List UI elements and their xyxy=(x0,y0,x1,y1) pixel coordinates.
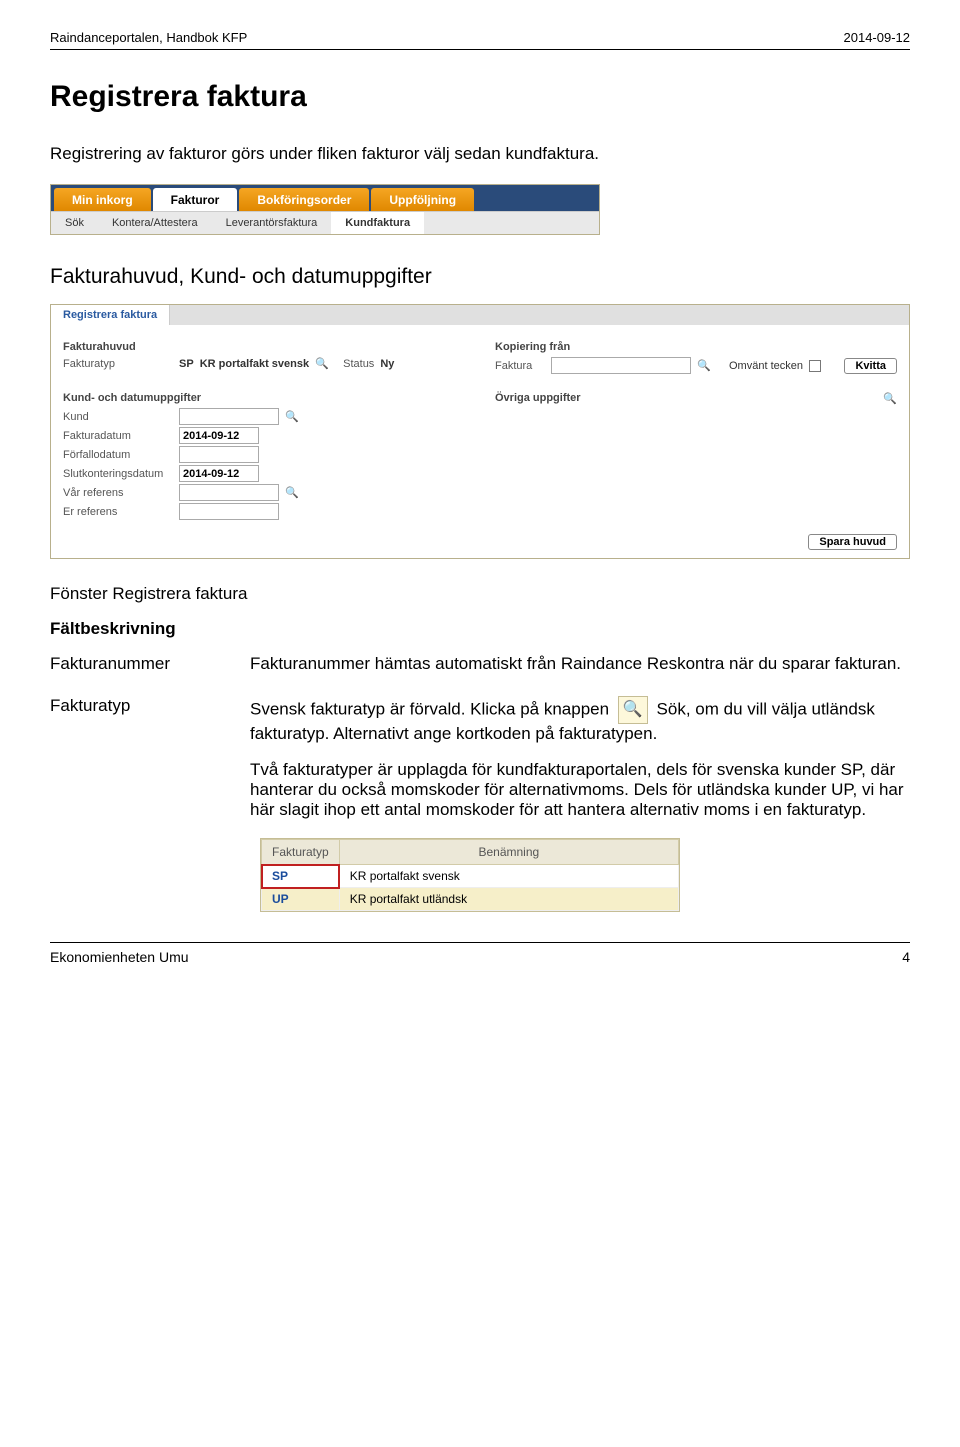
value-fakturatyp-desc: KR portalfakt svensk xyxy=(200,358,309,370)
footer-left: Ekonomienheten Umu xyxy=(50,949,189,965)
search-icon[interactable]: 🔍 xyxy=(285,410,299,424)
tab-fakturor[interactable]: Fakturor xyxy=(153,188,238,211)
label-kund: Kund xyxy=(63,411,173,423)
search-icon: 🔍 xyxy=(618,696,648,724)
form-header-kund: Kund- och datumuppgifter xyxy=(63,392,465,404)
intro-paragraph: Registrering av fakturor görs under flik… xyxy=(50,144,910,164)
faltbeskrivning-heading: Fältbeskrivning xyxy=(50,619,910,639)
tab-uppfoljning[interactable]: Uppföljning xyxy=(371,188,474,211)
value-status: Ny xyxy=(380,358,394,370)
slutkonteringsdatum-input[interactable] xyxy=(179,465,259,482)
cell-name: KR portalfakt utländsk xyxy=(339,888,678,911)
main-tabbar: Min inkorg Fakturor Bokföringsorder Uppf… xyxy=(51,185,599,211)
form-header-fakturahuvud: Fakturahuvud xyxy=(63,341,465,353)
doc-header-left: Raindanceportalen, Handbok KFP xyxy=(50,30,247,45)
form-header-ovriga: Övriga uppgifter xyxy=(495,392,581,406)
page-title: Registrera faktura xyxy=(50,80,910,114)
screenshot-tabs: Min inkorg Fakturor Bokföringsorder Uppf… xyxy=(50,184,600,235)
fakturadatum-input[interactable] xyxy=(179,427,259,444)
col-header-benamning: Benämning xyxy=(339,840,678,865)
label-er-referens: Er referens xyxy=(63,506,173,518)
header-divider xyxy=(50,49,910,50)
label-fakturadatum: Fakturadatum xyxy=(63,430,173,442)
screenshot-fakturatyp-table: Fakturatyp Benämning SP KR portalfakt sv… xyxy=(260,838,680,912)
desc-text-fakturatyp: Svensk fakturatyp är förvald. Klicka på … xyxy=(250,696,910,820)
label-forfallodatum: Förfallodatum xyxy=(63,449,173,461)
search-icon[interactable]: 🔍 xyxy=(285,486,299,500)
desc-label-fakturatyp: Fakturatyp xyxy=(50,696,220,820)
label-slutkonteringsdatum: Slutkonteringsdatum xyxy=(63,468,173,480)
kund-input[interactable] xyxy=(179,408,279,425)
label-fakturatyp: Fakturatyp xyxy=(63,358,173,370)
search-icon[interactable]: 🔍 xyxy=(315,357,329,371)
tab-bokforingsorder[interactable]: Bokföringsorder xyxy=(239,188,369,211)
cell-name: KR portalfakt svensk xyxy=(339,865,678,888)
col-header-fakturatyp: Fakturatyp xyxy=(262,840,340,865)
subsection-fonster-title: Fönster Registrera faktura xyxy=(50,584,910,604)
subtab-kontera[interactable]: Kontera/Attestera xyxy=(98,212,212,234)
subtab-kundfaktura[interactable]: Kundfaktura xyxy=(331,212,424,234)
sub-tabbar: Sök Kontera/Attestera Leverantörsfaktura… xyxy=(51,211,599,234)
desc-text-fakturanummer: Fakturanummer hämtas automatiskt från Ra… xyxy=(250,654,910,674)
label-omvant-tecken: Omvänt tecken xyxy=(729,360,803,372)
cell-code: UP xyxy=(262,888,340,911)
search-icon[interactable]: 🔍 xyxy=(883,392,897,406)
label-status: Status xyxy=(343,358,374,370)
screenshot-form: Registrera faktura Fakturahuvud Fakturat… xyxy=(50,304,910,559)
desc-fakturatyp-part-a: Svensk fakturatyp är förvald. Klicka på … xyxy=(250,699,614,718)
var-referens-input[interactable] xyxy=(179,484,279,501)
forfallodatum-input[interactable] xyxy=(179,446,259,463)
doc-header-date: 2014-09-12 xyxy=(844,30,911,45)
desc-fakturatyp-para2: Två fakturatyper är upplagda för kundfak… xyxy=(250,760,910,820)
er-referens-input[interactable] xyxy=(179,503,279,520)
subtab-sok[interactable]: Sök xyxy=(51,212,98,234)
footer-page-number: 4 xyxy=(902,949,910,965)
desc-label-fakturanummer: Fakturanummer xyxy=(50,654,220,674)
form-tab[interactable]: Registrera faktura xyxy=(51,305,170,325)
kvitta-button[interactable]: Kvitta xyxy=(844,358,897,374)
label-var-referens: Vår referens xyxy=(63,487,173,499)
table-row[interactable]: SP KR portalfakt svensk xyxy=(262,865,679,888)
cell-code: SP xyxy=(262,865,340,888)
omvant-tecken-checkbox[interactable] xyxy=(809,360,821,372)
search-icon[interactable]: 🔍 xyxy=(697,359,711,373)
section-fakturahuvud-title: Fakturahuvud, Kund- och datumuppgifter xyxy=(50,265,910,289)
spara-huvud-button[interactable]: Spara huvud xyxy=(808,534,897,550)
subtab-leverantor[interactable]: Leverantörsfaktura xyxy=(212,212,332,234)
tab-min-inkorg[interactable]: Min inkorg xyxy=(54,188,151,211)
value-fakturatyp-code: SP xyxy=(179,358,194,370)
label-faktura: Faktura xyxy=(495,360,545,372)
form-header-kopiering: Kopiering från xyxy=(495,341,897,353)
table-row[interactable]: UP KR portalfakt utländsk xyxy=(262,888,679,911)
footer-divider xyxy=(50,942,910,943)
faktura-input[interactable] xyxy=(551,357,691,374)
